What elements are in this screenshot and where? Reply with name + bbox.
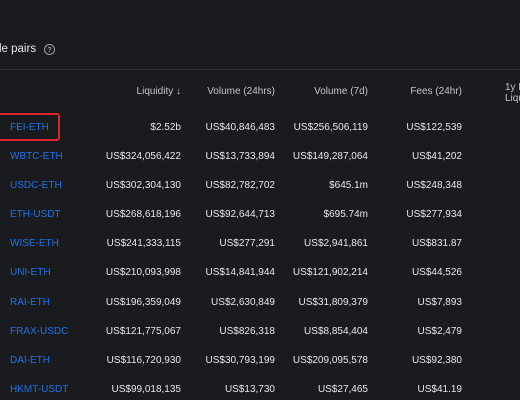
column-header-liquidity[interactable]: Liquidity ↓ <box>137 86 181 97</box>
pair-link[interactable]: WBTC-ETH <box>10 142 63 171</box>
table-row[interactable]: WISE-ETH US$241,333,115 US$277,291 US$2,941… <box>0 229 520 258</box>
cell-liquidity: US$324,056,422 <box>105 151 181 162</box>
cell-fees-24h: US$41.19 <box>417 384 462 395</box>
cell-fees-24h: US$248,348 <box>406 180 462 191</box>
cell-liquidity: US$196,359,049 <box>105 297 181 308</box>
column-header-volume-24h[interactable]: Volume (24hrs) <box>207 86 275 97</box>
cell-volume-7d: US$209,095,578 <box>292 355 368 366</box>
column-header-fees-yield-line1: 1y F <box>505 82 520 93</box>
table-row[interactable]: DAI-ETH US$116,720,930 US$30,793,199 US$209… <box>0 346 520 375</box>
cell-liquidity: US$121,775,067 <box>105 326 181 337</box>
cell-volume-24h: US$30,793,199 <box>205 355 275 366</box>
cell-volume-7d: US$31,809,379 <box>298 297 368 308</box>
cell-volume-24h: US$82,782,702 <box>205 180 275 191</box>
top-pairs-page: le pairs ? Liquidity ↓ Volume (24hrs) Vo… <box>0 0 520 400</box>
cell-fees-24h: US$831.87 <box>411 238 462 249</box>
cell-fees-24h: US$41,202 <box>411 151 462 162</box>
table-row[interactable]: RAI-ETH US$196,359,049 US$2,630,849 US$31,8… <box>0 288 520 317</box>
pair-link[interactable]: DAI-ETH <box>10 346 50 375</box>
pair-link[interactable]: UNI-ETH <box>10 258 51 287</box>
table-row[interactable]: USDC-ETH US$302,304,130 US$82,782,702 $645.… <box>0 171 520 200</box>
pair-link[interactable]: RAI-ETH <box>10 288 50 317</box>
cell-volume-24h: US$14,841,944 <box>205 267 275 278</box>
cell-liquidity: US$268,618,196 <box>105 209 181 220</box>
cell-liquidity: US$241,333,115 <box>106 238 181 249</box>
cell-volume-7d: $695.74m <box>323 209 368 220</box>
table-row[interactable]: HKMT-USDT US$99,018,135 US$13,730 US$27,465… <box>0 375 520 400</box>
cell-fees-24h: US$7,893 <box>417 297 462 308</box>
pair-link[interactable]: FRAX-USDC <box>10 317 68 346</box>
cell-liquidity: US$302,304,130 <box>105 180 181 191</box>
section-title: le pairs <box>0 43 37 55</box>
selected-row-highlight <box>0 113 60 141</box>
cell-volume-7d: US$2,941,861 <box>304 238 368 249</box>
cell-fees-24h: US$2,479 <box>417 326 462 337</box>
pair-link[interactable]: WISE-ETH <box>10 229 59 258</box>
pair-link[interactable]: HKMT-USDT <box>10 375 68 400</box>
cell-volume-24h: US$92,644,713 <box>205 209 275 220</box>
table-row[interactable]: WBTC-ETH US$324,056,422 US$13,733,894 US$14… <box>0 142 520 171</box>
column-header-volume-7d[interactable]: Volume (7d) <box>314 86 368 97</box>
cell-volume-7d: US$256,506,119 <box>293 122 368 133</box>
cell-fees-24h: US$277,934 <box>406 209 462 220</box>
table-row[interactable]: ETH-USDT US$268,618,196 US$92,644,713 $695.… <box>0 200 520 229</box>
pair-link[interactable]: ETH-USDT <box>10 200 61 229</box>
cell-volume-24h: US$2,630,849 <box>211 297 275 308</box>
cell-volume-7d: US$149,287,064 <box>292 151 368 162</box>
cell-volume-24h: US$826,318 <box>219 326 275 337</box>
cell-liquidity: US$99,018,135 <box>111 384 181 395</box>
cell-liquidity: $2.52b <box>150 122 181 133</box>
column-header-fees-yield[interactable]: 1y F Liqu <box>505 82 520 104</box>
cell-volume-24h: US$277,291 <box>219 238 275 249</box>
cell-volume-7d: US$8,854,404 <box>304 326 368 337</box>
cell-volume-7d: US$121,902,214 <box>292 267 368 278</box>
cell-volume-24h: US$13,730 <box>224 384 275 395</box>
table-row[interactable]: FRAX-USDC US$121,775,067 US$826,318 US$8,85… <box>0 317 520 346</box>
cell-fees-24h: US$122,539 <box>406 122 462 133</box>
section-header: le pairs ? <box>0 38 56 60</box>
question-circle-icon[interactable]: ? <box>44 43 56 55</box>
column-header-fees-yield-line2: Liqu <box>505 93 520 104</box>
cell-volume-24h: US$13,733,894 <box>205 151 275 162</box>
cell-fees-24h: US$92,380 <box>411 355 462 366</box>
cell-volume-7d: $645.1m <box>329 180 368 191</box>
cell-fees-24h: US$44,526 <box>411 267 462 278</box>
cell-liquidity: US$116,720,930 <box>106 355 181 366</box>
cell-volume-7d: US$27,465 <box>317 384 368 395</box>
table-row[interactable]: FEI-ETH $2.52b US$40,846,483 US$256,506,119… <box>0 113 520 142</box>
header-divider <box>0 69 520 70</box>
cell-volume-24h: US$40,846,483 <box>205 122 275 133</box>
table-row[interactable]: UNI-ETH US$210,093,998 US$14,841,944 US$121… <box>0 258 520 287</box>
pair-link[interactable]: USDC-ETH <box>10 171 62 200</box>
column-header-fees-24h[interactable]: Fees (24hr) <box>410 86 462 97</box>
cell-liquidity: US$210,093,998 <box>105 267 181 278</box>
